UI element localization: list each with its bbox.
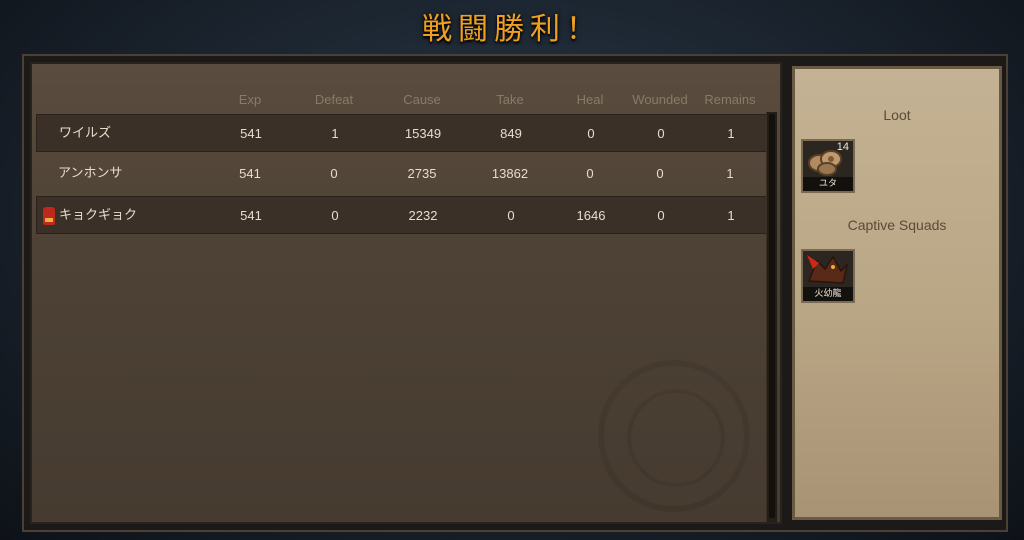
leader-badge-icon xyxy=(43,207,55,225)
cell-wounded: 0 xyxy=(657,208,665,223)
stats-header-row: Exp Defeat Cause Take Heal Wounded Remai… xyxy=(32,92,780,110)
cell-remains: 1 xyxy=(726,166,734,181)
cell-heal: 1646 xyxy=(576,208,606,223)
table-row: ワイルズ 541 1 15349 849 0 0 1 xyxy=(36,114,768,152)
loot-label: ユタ xyxy=(803,177,853,191)
scrollbar-thumb[interactable] xyxy=(769,114,775,518)
header-defeat: Defeat xyxy=(314,92,354,107)
cell-heal: 0 xyxy=(586,166,594,181)
header-wounded: Wounded xyxy=(632,92,688,107)
cell-remains: 1 xyxy=(727,208,735,223)
cell-heal: 0 xyxy=(587,126,595,141)
cell-take: 0 xyxy=(507,208,515,223)
battle-victory-title: 戦闘勝利！ xyxy=(422,12,602,47)
cell-defeat: 1 xyxy=(331,126,339,141)
cell-take: 849 xyxy=(500,126,522,141)
fire-dragon-icon xyxy=(807,255,849,284)
cell-wounded: 0 xyxy=(656,166,664,181)
cell-defeat: 0 xyxy=(330,166,338,181)
cell-wounded: 0 xyxy=(657,126,665,141)
unit-name: キョクギョク xyxy=(59,208,138,223)
captive-squads-title: Captive Squads xyxy=(847,217,947,233)
cell-exp: 541 xyxy=(240,208,262,223)
loot-title: Loot xyxy=(883,107,911,123)
cell-remains: 1 xyxy=(727,126,735,141)
table-row: アンホンサ 541 0 2735 13862 0 0 1 xyxy=(36,155,768,193)
captive-squad-item[interactable]: 火幼龍 xyxy=(801,249,855,303)
rewards-panel: Loot 14 ユタ Captive Squads 火幼龍 xyxy=(792,66,1002,520)
table-row: キョクギョク 541 0 2232 0 1646 0 1 xyxy=(36,196,768,234)
header-remains: Remains xyxy=(704,92,756,107)
loot-item[interactable]: 14 ユタ xyxy=(801,139,855,193)
unit-name: ワイルズ xyxy=(59,126,112,141)
cell-take: 13862 xyxy=(491,166,529,181)
unit-name: アンホンサ xyxy=(58,166,123,181)
battle-stats-panel: Exp Defeat Cause Take Heal Wounded Remai… xyxy=(30,62,782,524)
cell-exp: 541 xyxy=(240,126,262,141)
cell-cause: 2735 xyxy=(407,166,437,181)
cell-defeat: 0 xyxy=(331,208,339,223)
decorative-ornament-inner xyxy=(627,389,725,487)
cell-cause: 15349 xyxy=(404,126,442,141)
cell-exp: 541 xyxy=(239,166,261,181)
header-heal: Heal xyxy=(576,92,604,107)
loot-count: 14 xyxy=(836,141,849,153)
stats-scrollbar[interactable] xyxy=(766,112,777,522)
header-exp: Exp xyxy=(238,92,262,107)
header-take: Take xyxy=(496,92,524,107)
cell-cause: 2232 xyxy=(408,208,438,223)
header-cause: Cause xyxy=(403,92,441,107)
captive-label: 火幼龍 xyxy=(803,287,853,301)
